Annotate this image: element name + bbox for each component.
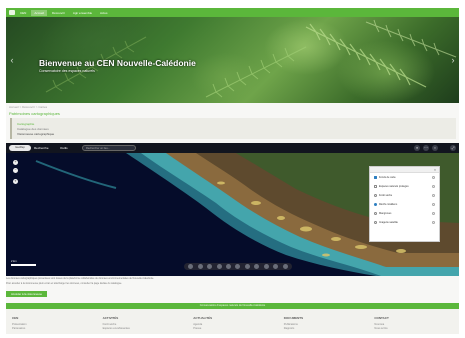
layer-item[interactable]: Récifs coralliens xyxy=(370,200,439,209)
banner-subtitle: Conservatoire des espaces naturels xyxy=(39,69,95,73)
nav-item-cen[interactable]: CEN xyxy=(17,10,29,16)
nav-item-decouvrir[interactable]: Découvrir xyxy=(49,10,68,16)
footer-link[interactable]: Partenaires xyxy=(12,327,97,331)
measure-icon[interactable] xyxy=(207,264,213,269)
layer-item[interactable]: Mangroves xyxy=(370,209,439,218)
banner-title: Bienvenue au CEN Nouvelle-Calédonie xyxy=(39,58,196,68)
map-toolbar: GeoRep Recherche Outils Rechercher un li… xyxy=(6,143,459,153)
info-icon[interactable] xyxy=(432,221,435,224)
print-icon[interactable]: ▪ xyxy=(432,145,438,151)
footer-link[interactable]: Presse xyxy=(193,327,278,331)
layer-checkbox[interactable] xyxy=(374,185,377,188)
pan-icon[interactable] xyxy=(197,264,203,269)
breadcrumb: Accueil > Découvrir > Cartes xyxy=(9,105,48,109)
layer-radio[interactable] xyxy=(374,221,377,224)
zoom-in-button[interactable]: + xyxy=(13,160,18,165)
locate-icon[interactable]: ⌖ xyxy=(13,179,18,184)
fullscreen-icon[interactable]: ⤢ xyxy=(450,145,456,151)
scale-label: 2 km xyxy=(11,260,17,263)
layer-item[interactable]: Fonds de carte xyxy=(370,173,439,182)
footer-column: CONTACT Nouméa Nous écrire xyxy=(368,309,459,334)
info-box: Cartographie Catalogue des données Visio… xyxy=(10,118,456,139)
zoom-out-button[interactable]: − xyxy=(13,168,18,173)
help-icon[interactable] xyxy=(273,264,279,269)
carousel-next-icon[interactable]: › xyxy=(449,55,457,65)
info-link-catalogue[interactable]: Catalogue des données xyxy=(17,127,49,131)
layer-item[interactable]: Forêt sèche xyxy=(370,191,439,200)
info-icon[interactable] xyxy=(432,212,435,215)
page-title: Patrimoines cartographiques xyxy=(9,111,60,116)
layer-radio[interactable] xyxy=(374,212,377,215)
export-icon[interactable] xyxy=(282,264,288,269)
map-attribution-link[interactable]: Pour accéder à la visionneuse plein écra… xyxy=(6,282,459,285)
info-icon[interactable] xyxy=(432,203,435,206)
share-icon[interactable]: ⋯ xyxy=(423,145,429,151)
scale-bar xyxy=(11,264,36,266)
home-icon[interactable] xyxy=(9,10,15,15)
rotate-icon[interactable] xyxy=(244,264,250,269)
footer: CEN Présentation Partenaires ACTIVITÉS F… xyxy=(6,309,459,334)
layer-panel: × Fonds de carte Espaces naturels protég… xyxy=(369,166,440,242)
layer-item[interactable]: Espaces naturels protégés xyxy=(370,182,439,191)
info-icon[interactable] xyxy=(432,176,435,179)
map-viewer[interactable]: GeoRep Recherche Outils Rechercher un li… xyxy=(6,143,459,276)
footer-column: CEN Présentation Partenaires xyxy=(6,309,97,334)
map-search-input[interactable]: Rechercher un lieu... xyxy=(82,145,136,151)
info-icon[interactable] xyxy=(432,194,435,197)
3d-icon[interactable] xyxy=(254,264,260,269)
footer-link[interactable]: Nous écrire xyxy=(374,327,459,331)
map-playbar xyxy=(184,263,292,270)
hero-banner: ‹ › Bienvenue au CEN Nouvelle-Calédonie … xyxy=(6,17,459,103)
nav-item-accueil[interactable]: Accueil xyxy=(31,9,48,16)
map-tools-button[interactable]: Outils xyxy=(60,145,68,151)
info-text-visionneuse: Visionneuse cartographique xyxy=(17,132,55,136)
info-link-cartographie[interactable]: Cartographie xyxy=(17,122,34,126)
map-logo[interactable]: GeoRep xyxy=(9,145,31,151)
top-nav: CEN Accueil Découvrir Agir ensemble Actu… xyxy=(6,8,459,17)
layer-radio[interactable] xyxy=(374,203,377,206)
draw-icon[interactable] xyxy=(216,264,222,269)
nav-item-actus[interactable]: Actus xyxy=(97,10,111,16)
map-attribution: Les données cartographiques présentées s… xyxy=(6,277,155,280)
home-extent-icon[interactable] xyxy=(235,264,241,269)
carousel-prev-icon[interactable]: ‹ xyxy=(8,55,16,65)
footer-column: DOCUMENTS Publications Rapports xyxy=(278,309,369,334)
layers-icon[interactable]: ≡ xyxy=(414,145,420,151)
play-icon[interactable] xyxy=(188,264,194,269)
nav-item-agir[interactable]: Agir ensemble xyxy=(70,10,95,16)
open-viewer-button[interactable]: Accéder à la visionneuse xyxy=(6,291,47,297)
settings-icon[interactable] xyxy=(263,264,269,269)
info-icon[interactable] xyxy=(432,185,435,188)
layer-item[interactable]: Imagerie satellite xyxy=(370,218,439,227)
map-search-button[interactable]: Recherche xyxy=(34,145,49,151)
footer-column: ACTIVITÉS Forêt sèche Espèces envahissan… xyxy=(97,309,188,334)
footer-column: ACTUALITÉS Agenda Presse xyxy=(187,309,278,334)
footer-link[interactable]: Rapports xyxy=(284,327,369,331)
legend-icon[interactable] xyxy=(226,264,232,269)
footer-link[interactable]: Espèces envahissantes xyxy=(103,327,188,331)
layer-radio[interactable] xyxy=(374,194,377,197)
layer-checkbox[interactable] xyxy=(374,176,377,179)
